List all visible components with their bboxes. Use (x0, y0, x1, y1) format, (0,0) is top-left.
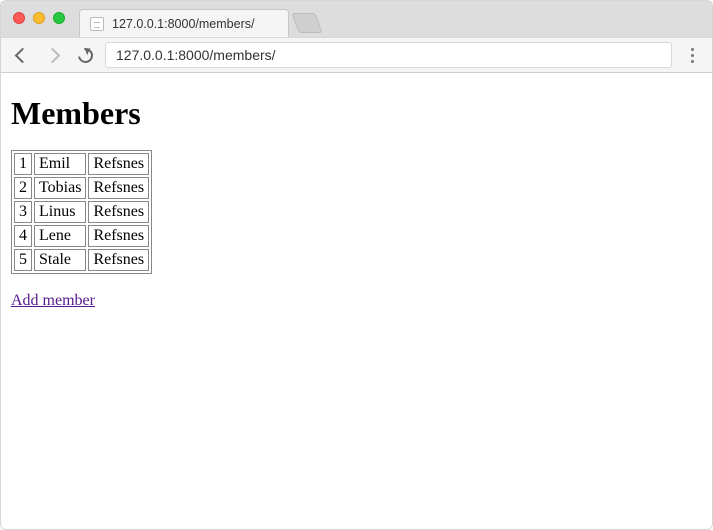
tab-strip: 127.0.0.1:8000/members/ (1, 1, 712, 37)
close-window-icon[interactable] (13, 12, 25, 24)
table-row: 1EmilRefsnes (14, 153, 149, 175)
browser-toolbar: 127.0.0.1:8000/members/ (1, 37, 712, 73)
back-button[interactable] (9, 43, 33, 67)
table-row: 4LeneRefsnes (14, 225, 149, 247)
table-cell-first: Stale (34, 249, 86, 271)
table-cell-last: Refsnes (88, 249, 149, 271)
table-cell-first: Tobias (34, 177, 86, 199)
page-content: Members 1EmilRefsnes2TobiasRefsnes3Linus… (1, 73, 712, 318)
table-cell-id: 4 (14, 225, 32, 247)
page-favicon-icon (90, 17, 104, 31)
table-cell-last: Refsnes (88, 201, 149, 223)
table-cell-first: Linus (34, 201, 86, 223)
table-cell-last: Refsnes (88, 153, 149, 175)
table-cell-last: Refsnes (88, 177, 149, 199)
page-title: Members (11, 95, 702, 132)
dot-icon (691, 54, 694, 57)
maximize-window-icon[interactable] (53, 12, 65, 24)
add-member-link[interactable]: Add member (11, 292, 95, 310)
members-table: 1EmilRefsnes2TobiasRefsnes3LinusRefsnes4… (11, 150, 152, 274)
forward-button[interactable] (41, 43, 65, 67)
arrow-left-icon (15, 50, 28, 61)
browser-menu-button[interactable] (680, 48, 704, 63)
dot-icon (691, 60, 694, 63)
table-cell-id: 2 (14, 177, 32, 199)
new-tab-button[interactable] (291, 13, 322, 33)
arrow-right-icon (47, 50, 60, 61)
address-bar[interactable]: 127.0.0.1:8000/members/ (105, 42, 672, 68)
table-cell-last: Refsnes (88, 225, 149, 247)
reload-icon (75, 45, 96, 66)
dot-icon (691, 48, 694, 51)
table-cell-id: 1 (14, 153, 32, 175)
table-cell-first: Emil (34, 153, 86, 175)
table-cell-first: Lene (34, 225, 86, 247)
browser-tab[interactable]: 127.0.0.1:8000/members/ (79, 9, 289, 37)
window-controls (13, 12, 65, 24)
reload-button[interactable] (73, 43, 97, 67)
url-text: 127.0.0.1:8000/members/ (116, 47, 276, 63)
table-cell-id: 5 (14, 249, 32, 271)
table-cell-id: 3 (14, 201, 32, 223)
table-row: 2TobiasRefsnes (14, 177, 149, 199)
table-row: 5StaleRefsnes (14, 249, 149, 271)
tab-title: 127.0.0.1:8000/members/ (112, 17, 254, 31)
minimize-window-icon[interactable] (33, 12, 45, 24)
table-row: 3LinusRefsnes (14, 201, 149, 223)
